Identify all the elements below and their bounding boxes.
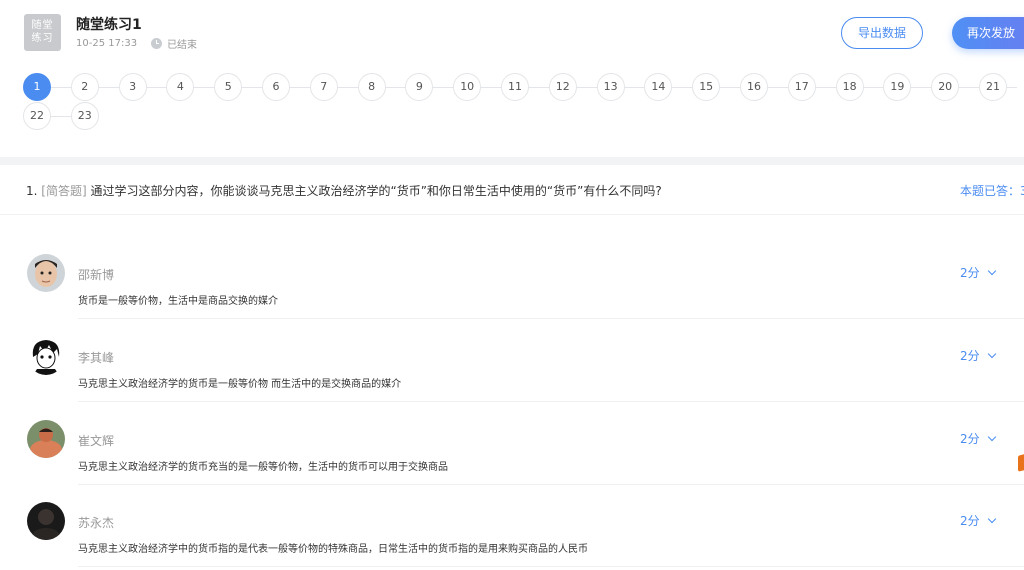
- exercise-icon: 随堂 练习: [24, 14, 61, 51]
- question-nav-item-19[interactable]: 19: [883, 73, 912, 101]
- question-nav-item-23[interactable]: 23: [70, 102, 99, 130]
- question-nav-connector: [672, 87, 693, 88]
- row-separator: [78, 318, 1024, 319]
- question-nav-item-16[interactable]: 16: [740, 73, 768, 101]
- question-nav-connector: [768, 87, 788, 88]
- avatar[interactable]: [27, 254, 65, 292]
- floating-widget-edge[interactable]: [1018, 454, 1024, 472]
- chevron-down-icon: [987, 514, 996, 524]
- question-number: 1.: [26, 184, 38, 198]
- score-dropdown[interactable]: 2分: [960, 264, 996, 281]
- question-nav-connector: [481, 87, 501, 88]
- row-separator: [78, 401, 1024, 402]
- answer-item: 苏永杰 马克思主义政治经济学中的货币指的是代表一般等价物的特殊商品，日常生活中的…: [0, 502, 1024, 570]
- question-nav-item-2[interactable]: 2: [70, 73, 99, 101]
- exercise-meta: 10-25 17:33 已结束: [76, 36, 197, 51]
- exercise-icon-text-2: 练习: [31, 33, 54, 44]
- question-nav-connector: [290, 87, 310, 88]
- question-type: [简答题]: [41, 184, 87, 198]
- question-nav-item-5[interactable]: 5: [214, 73, 243, 101]
- student-name: 李其峰: [78, 351, 115, 365]
- question-nav-item-3[interactable]: 3: [118, 73, 147, 101]
- answer-content: 马克思主义政治经济学的货币充当的是一般等价物，生活中的货币可以用于交换商品: [78, 462, 448, 473]
- question-nav-item-10[interactable]: 10: [453, 73, 482, 101]
- chevron-down-icon: [987, 432, 996, 442]
- question-nav-item-13[interactable]: 13: [596, 73, 625, 101]
- question-nav-connector: [1007, 87, 1017, 88]
- question-nav-item-1[interactable]: 1: [23, 73, 51, 101]
- score-dropdown[interactable]: 2分: [960, 430, 996, 447]
- page-title: 随堂练习1: [76, 17, 142, 33]
- question-nav-item-20[interactable]: 20: [931, 73, 960, 101]
- status-indicator: 已结束: [151, 36, 197, 51]
- question-nav-connector: [959, 87, 979, 88]
- question-nav-connector: [51, 116, 71, 117]
- question-nav-item-14[interactable]: 14: [644, 73, 673, 101]
- answered-count[interactable]: 本题已答：3: [960, 182, 1024, 199]
- question-nav-connector: [863, 87, 884, 88]
- question-nav-item-15[interactable]: 15: [692, 73, 721, 101]
- question-nav-connector: [385, 87, 406, 88]
- question-nav-connector: [98, 87, 119, 88]
- question-nav-connector: [146, 87, 167, 88]
- question-separator: [0, 214, 1024, 215]
- question-nav-connector: [911, 87, 932, 88]
- question-nav-item-4[interactable]: 4: [166, 73, 195, 101]
- score-value: 2分: [960, 432, 980, 446]
- question-text: 1. [简答题] 通过学习这部分内容，你能谈谈马克思主义政治经济学的“货币”和你…: [26, 182, 662, 199]
- question-nav-connector: [242, 87, 262, 88]
- question-nav-connector: [815, 87, 836, 88]
- row-separator: [78, 566, 1024, 567]
- question-nav-connector: [433, 87, 454, 88]
- question-nav-connector: [720, 87, 740, 88]
- answer-item: 邵新博 货币是一般等价物，生活中是商品交换的媒介 2分: [0, 254, 1024, 337]
- question-nav-connector: [51, 87, 71, 88]
- question-nav-item-22[interactable]: 22: [23, 102, 51, 130]
- score-dropdown[interactable]: 2分: [960, 512, 996, 529]
- chevron-down-icon: [987, 266, 996, 276]
- student-name: 邵新博: [78, 268, 115, 282]
- score-value: 2分: [960, 514, 980, 528]
- score-value: 2分: [960, 266, 980, 280]
- header: 随堂 练习 随堂练习1 10-25 17:33 已结束 导出数据 再次发放: [0, 0, 1024, 76]
- republish-button[interactable]: 再次发放: [952, 17, 1024, 49]
- question-nav-item-18[interactable]: 18: [835, 73, 864, 101]
- student-name: 崔文辉: [78, 434, 115, 448]
- row-separator: [78, 484, 1024, 485]
- answer-content: 马克思主义政治经济学中的货币指的是代表一般等价物的特殊商品，日常生活中的货币指的…: [78, 544, 588, 555]
- avatar[interactable]: [27, 420, 65, 458]
- section-divider: [0, 157, 1024, 165]
- question-nav-item-17[interactable]: 17: [787, 73, 816, 101]
- question-nav-item-9[interactable]: 9: [405, 73, 434, 101]
- question-nav-connector: [624, 87, 645, 88]
- exercise-datetime: 10-25 17:33: [76, 38, 138, 49]
- question-nav-item-8[interactable]: 8: [357, 73, 386, 101]
- chevron-down-icon: [987, 349, 996, 359]
- question-nav-connector: [337, 87, 358, 88]
- exercise-icon-text-1: 随堂: [31, 20, 54, 31]
- score-dropdown[interactable]: 2分: [960, 347, 996, 364]
- avatar[interactable]: [27, 502, 65, 540]
- question-nav-item-6[interactable]: 6: [262, 73, 290, 101]
- export-data-button[interactable]: 导出数据: [841, 17, 923, 49]
- status-text: 已结束: [167, 40, 198, 51]
- answer-item: 崔文辉 马克思主义政治经济学的货币充当的是一般等价物，生活中的货币可以用于交换商…: [0, 420, 1024, 503]
- question-nav-connector: [529, 87, 549, 88]
- question-nav-item-11[interactable]: 11: [501, 73, 529, 101]
- clock-icon: [151, 38, 163, 49]
- answer-content: 马克思主义政治经济学的货币是一般等价物 而生活中的是交换商品的媒介: [78, 379, 402, 390]
- question-nav-item-7[interactable]: 7: [309, 73, 338, 101]
- question-nav-connector: [576, 87, 597, 88]
- student-name: 苏永杰: [78, 516, 115, 530]
- answer-content: 货币是一般等价物，生活中是商品交换的媒介: [78, 296, 278, 307]
- question-nav-item-12[interactable]: 12: [548, 73, 577, 101]
- question-nav-item-21[interactable]: 21: [979, 73, 1007, 101]
- question-body: 通过学习这部分内容，你能谈谈马克思主义政治经济学的“货币”和你日常生活中使用的“…: [90, 184, 662, 198]
- question-nav-connector: [194, 87, 215, 88]
- answer-item: 李其峰 马克思主义政治经济学的货币是一般等价物 而生活中的是交换商品的媒介 2分: [0, 337, 1024, 420]
- score-value: 2分: [960, 349, 980, 363]
- avatar[interactable]: [27, 337, 65, 375]
